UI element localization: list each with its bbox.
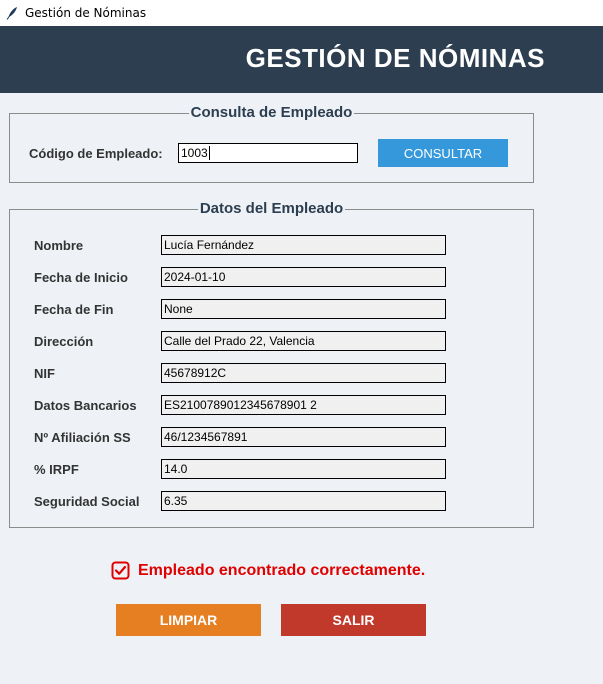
field-label-seguridad-social: Seguridad Social [34, 494, 140, 509]
field-value-afiliacion-ss[interactable]: 46/1234567891 [161, 427, 446, 447]
field-label-fecha-fin: Fecha de Fin [34, 302, 114, 317]
clear-button[interactable]: LIMPIAR [116, 604, 261, 636]
datos-legend: Datos del Empleado [197, 200, 346, 217]
consulta-legend: Consulta de Empleado [188, 104, 355, 121]
field-label-nombre: Nombre [34, 238, 84, 253]
field-value-fecha-fin[interactable]: None [161, 299, 446, 319]
employee-code-label: Código de Empleado: [29, 146, 163, 161]
field-value-direccion[interactable]: Calle del Prado 22, Valencia [161, 331, 446, 351]
window-title: Gestión de Nóminas [25, 6, 147, 20]
text-caret [208, 146, 210, 160]
status-text: Empleado encontrado correctamente. [138, 561, 426, 579]
field-label-datos-bancarios: Datos Bancarios [34, 398, 137, 413]
field-value-nombre[interactable]: Lucía Fernández [161, 235, 446, 255]
consult-button[interactable]: CONSULTAR [378, 139, 508, 167]
field-value-datos-bancarios[interactable]: ES2100789012345678901 2 [161, 395, 446, 415]
field-value-seguridad-social[interactable]: 6.35 [161, 491, 446, 511]
field-label-nif: NIF [34, 366, 55, 381]
employee-code-value: 1003 [181, 146, 208, 160]
field-value-fecha-inicio[interactable]: 2024-01-10 [161, 267, 446, 287]
status-message: Empleado encontrado correctamente. [111, 561, 425, 580]
field-value-irpf[interactable]: 14.0 [161, 459, 446, 479]
field-label-afiliacion-ss: Nº Afiliación SS [34, 430, 131, 445]
header-banner: GESTIÓN DE NÓMINAS [0, 26, 603, 93]
feather-icon [6, 7, 17, 20]
field-value-nif[interactable]: 45678912C [161, 363, 446, 383]
field-label-direccion: Dirección [34, 334, 94, 349]
window-titlebar: Gestión de Nóminas [0, 0, 603, 26]
field-label-fecha-inicio: Fecha de Inicio [34, 270, 128, 285]
page-title: GESTIÓN DE NÓMINAS [245, 43, 545, 73]
exit-button[interactable]: SALIR [281, 604, 426, 636]
field-label-irpf: % IRPF [34, 462, 79, 477]
employee-code-input[interactable]: 1003 [178, 143, 358, 163]
check-box-icon [111, 561, 130, 580]
